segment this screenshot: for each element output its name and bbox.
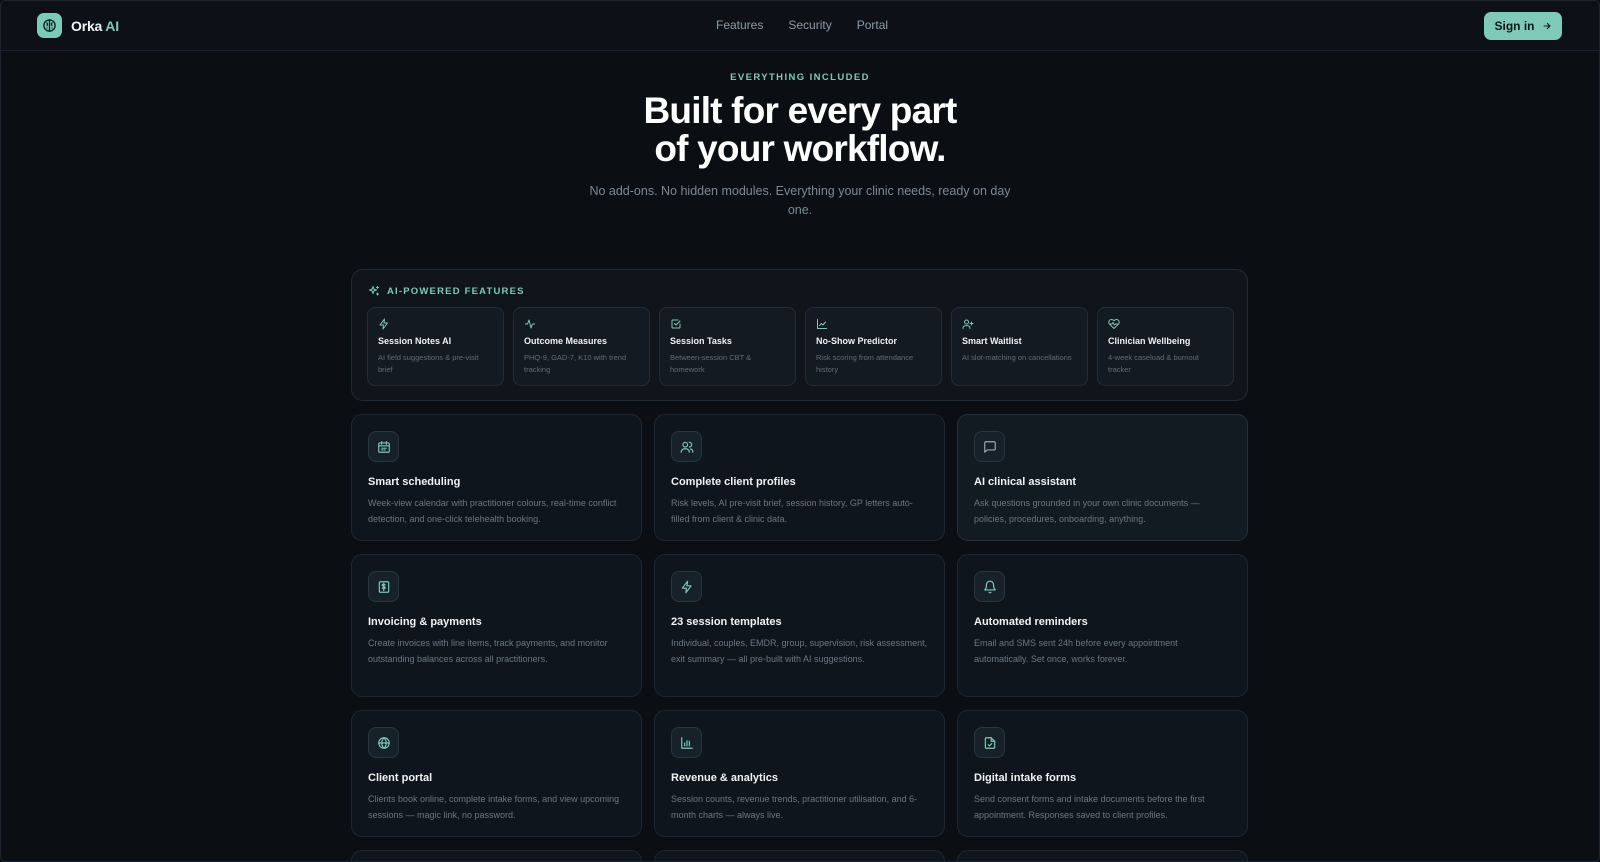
feature-card-reminders[interactable]: Automated reminders Email and SMS sent 2… <box>957 554 1248 697</box>
ai-panel-header: AI-POWERED FEATURES <box>368 285 525 297</box>
hero-title-line-1: Built for every part <box>643 90 958 131</box>
invoice-icon <box>368 571 399 602</box>
bar-chart-icon <box>671 727 702 758</box>
feature-card-client-portal[interactable]: Client portal Clients book online, compl… <box>351 710 642 837</box>
feature-title: 23 session templates <box>671 616 782 628</box>
feature-desc: Ask questions grounded in your own clini… <box>974 498 1200 524</box>
arrow-right-icon <box>1542 21 1552 31</box>
feature-card-client-profiles[interactable]: Complete client profiles Risk levels, AI… <box>654 414 945 541</box>
feature-desc: Week-view calendar with practitioner col… <box>368 498 617 524</box>
heart-pulse-icon <box>1108 318 1223 332</box>
ai-card-title: Session Notes AI <box>378 336 452 346</box>
ai-card-session-notes[interactable]: Session Notes AI AI field suggestions & … <box>367 307 504 386</box>
ai-card-desc: PHQ-9, GAD-7, K10 with trend tracking <box>524 353 627 374</box>
checkbox-icon <box>670 318 785 332</box>
feature-card-partial[interactable] <box>351 850 642 862</box>
bell-icon <box>974 571 1005 602</box>
feature-title: Complete client profiles <box>671 476 796 488</box>
calendar-icon <box>368 431 399 462</box>
hero-title-line-2: of your workflow. <box>654 128 946 169</box>
ai-panel-label: AI-POWERED FEATURES <box>387 285 525 297</box>
feature-desc: Email and SMS sent 24h before every appo… <box>974 638 1178 664</box>
ai-card-no-show-predictor[interactable]: No-Show Predictor Risk scoring from atte… <box>805 307 942 386</box>
ai-card-title: Smart Waitlist <box>962 336 1022 346</box>
feature-title: Automated reminders <box>974 616 1088 628</box>
ai-card-desc: 4-week caseload & burnout tracker <box>1108 353 1199 374</box>
feature-title: Invoicing & payments <box>368 616 482 628</box>
feature-title: Revenue & analytics <box>671 772 778 784</box>
feature-card-session-templates[interactable]: 23 session templates Individual, couples… <box>654 554 945 697</box>
feature-card-partial[interactable] <box>654 850 945 862</box>
message-icon <box>974 431 1005 462</box>
ai-card-title: Outcome Measures <box>524 336 608 346</box>
brain-icon <box>37 13 62 38</box>
ai-card-desc: Between-session CBT & homework <box>670 353 752 374</box>
feature-card-intake-forms[interactable]: Digital intake forms Send consent forms … <box>957 710 1248 837</box>
sparkles-icon <box>368 285 380 297</box>
hero-title: Built for every part of your workflow. <box>0 92 1600 168</box>
ai-features-panel: AI-POWERED FEATURES Session Notes AI AI … <box>351 269 1248 401</box>
ai-card-outcome-measures[interactable]: Outcome Measures PHQ-9, GAD-7, K10 with … <box>513 307 650 386</box>
zap-icon <box>378 318 493 332</box>
file-check-icon <box>974 727 1005 758</box>
nav-link-security[interactable]: Security <box>788 18 831 32</box>
feature-desc: Clients book online, complete intake for… <box>368 794 620 820</box>
ai-card-title: Session Tasks <box>670 336 732 346</box>
ai-card-title: Clinician Wellbeing <box>1108 336 1191 346</box>
sign-in-label: Sign in <box>1494 19 1535 33</box>
globe-icon <box>368 727 399 758</box>
feature-title: Client portal <box>368 772 433 784</box>
feature-card-analytics[interactable]: Revenue & analytics Session counts, reve… <box>654 710 945 837</box>
feature-desc: Individual, couples, EMDR, group, superv… <box>671 638 928 664</box>
zap-icon <box>671 571 702 602</box>
feature-card-invoicing[interactable]: Invoicing & payments Create invoices wit… <box>351 554 642 697</box>
feature-card-smart-scheduling[interactable]: Smart scheduling Week-view calendar with… <box>351 414 642 541</box>
brand-name: Orka AI <box>71 17 119 34</box>
ai-cards: Session Notes AI AI field suggestions & … <box>367 307 1234 386</box>
nav-link-features[interactable]: Features <box>716 18 763 32</box>
ai-card-session-tasks[interactable]: Session Tasks Between-session CBT & home… <box>659 307 796 386</box>
feature-card-partial[interactable] <box>957 850 1248 862</box>
ai-card-desc: Risk scoring from attendance history <box>816 353 914 374</box>
section-eyebrow: EVERYTHING INCLUDED <box>730 72 870 83</box>
ai-card-title: No-Show Predictor <box>816 336 898 346</box>
feature-title: AI clinical assistant <box>974 476 1077 488</box>
top-nav: Orka AI Features Security Portal Sign in <box>0 0 1600 51</box>
user-plus-icon <box>962 318 1077 332</box>
feature-title: Smart scheduling <box>368 476 461 488</box>
sign-in-button[interactable]: Sign in <box>1484 12 1562 40</box>
ai-card-desc: AI field suggestions & pre-visit brief <box>378 353 479 374</box>
hero-subtitle: No add-ons. No hidden modules. Everythin… <box>589 184 1011 217</box>
ai-card-clinician-wellbeing[interactable]: Clinician Wellbeing 4-week caseload & bu… <box>1097 307 1234 386</box>
trend-chart-icon <box>816 318 931 332</box>
feature-desc: Risk levels, AI pre-visit brief, session… <box>671 498 913 524</box>
logo[interactable]: Orka AI <box>37 13 119 38</box>
feature-desc: Send consent forms and intake documents … <box>974 794 1205 820</box>
users-icon <box>671 431 702 462</box>
nav-link-portal[interactable]: Portal <box>857 18 888 32</box>
ai-card-smart-waitlist[interactable]: Smart Waitlist AI slot-matching on cance… <box>951 307 1088 386</box>
feature-title: Digital intake forms <box>974 772 1077 784</box>
activity-icon <box>524 318 639 332</box>
feature-desc: Create invoices with line items, track p… <box>368 638 608 664</box>
feature-card-ai-assistant[interactable]: AI clinical assistant Ask questions grou… <box>957 414 1248 541</box>
ai-card-desc: AI slot-matching on cancellations <box>962 353 1072 362</box>
feature-desc: Session counts, revenue trends, practiti… <box>671 794 918 820</box>
nav-links: Features Security Portal <box>716 18 888 32</box>
